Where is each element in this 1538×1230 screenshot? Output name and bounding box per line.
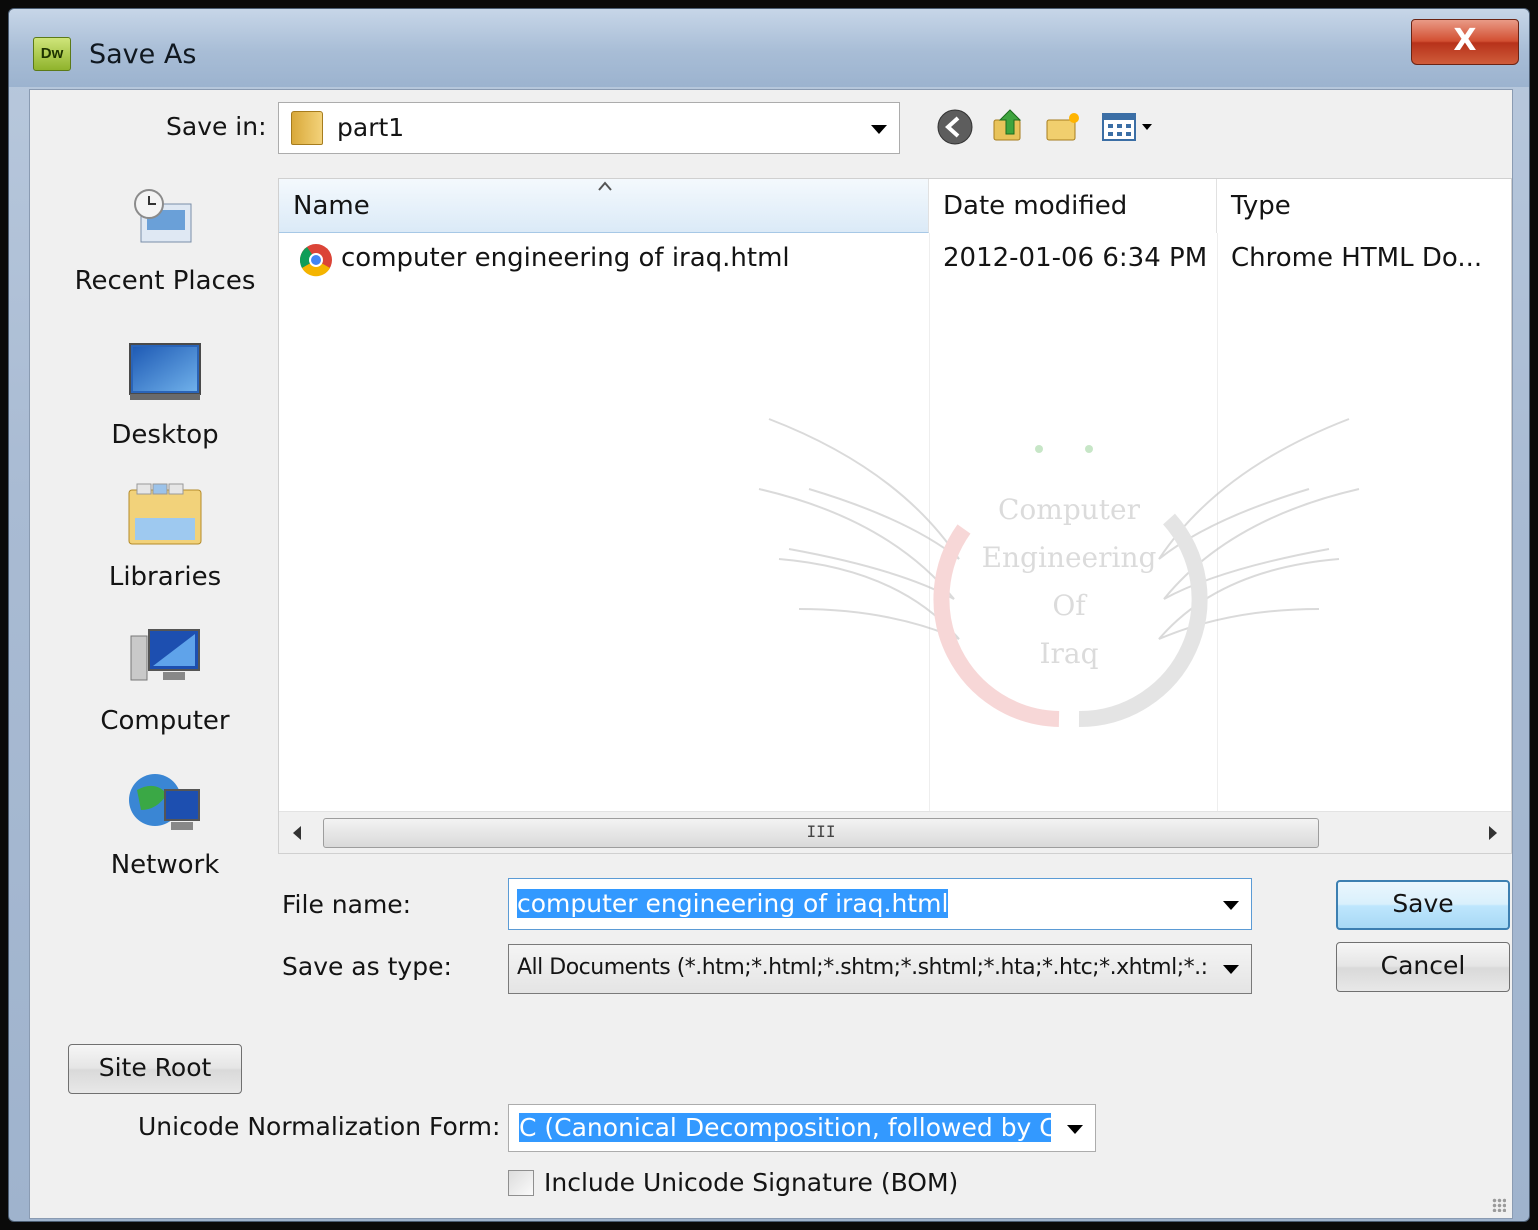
- up-folder-icon[interactable]: [990, 106, 1028, 144]
- background-watermark-logo: Computer Engineering Of Iraq: [758, 418, 1360, 728]
- save-in-value: part1: [337, 113, 405, 142]
- file-name-value: computer engineering of iraq.html: [517, 889, 949, 918]
- place-label: Computer: [100, 706, 230, 736]
- unicode-normalization-value: C (Canonical Decomposition, followed by …: [519, 1113, 1051, 1142]
- folder-icon: [291, 111, 323, 145]
- place-label: Recent Places: [74, 266, 256, 296]
- column-header-name[interactable]: Name: [279, 179, 929, 233]
- place-label: Libraries: [108, 562, 222, 592]
- network-icon: [129, 774, 200, 830]
- site-root-button-label: Site Root: [98, 1053, 212, 1082]
- watermark-line: Computer: [998, 493, 1141, 526]
- file-type-cell: Chrome HTML Do...: [1231, 243, 1483, 273]
- places-bar: Recent Places Desktop Libraries Computer…: [60, 180, 270, 920]
- file-list-view[interactable]: Name Date modified Type Computer Enginee…: [278, 178, 1512, 854]
- dialog-body: Save in: part1 Recent Places Desktop Lib…: [29, 89, 1513, 1219]
- place-network[interactable]: Network: [60, 770, 270, 880]
- file-name-label: File name:: [282, 890, 412, 919]
- save-in-label: Save in:: [166, 112, 267, 141]
- view-menu-icon[interactable]: [1100, 108, 1164, 146]
- cancel-button[interactable]: Cancel: [1336, 942, 1510, 992]
- chevron-down-icon: [1223, 965, 1239, 974]
- place-libraries[interactable]: Libraries: [60, 482, 270, 592]
- column-header-date[interactable]: Date modified: [929, 179, 1217, 233]
- column-label: Type: [1231, 191, 1291, 221]
- recent-places-icon: [134, 189, 192, 243]
- save-button-label: Save: [1392, 889, 1454, 918]
- bom-checkbox-label[interactable]: Include Unicode Signature (BOM): [544, 1168, 958, 1197]
- place-recent-places[interactable]: Recent Places: [60, 186, 270, 296]
- cancel-button-label: Cancel: [1380, 951, 1466, 980]
- save-as-type-dropdown[interactable]: All Documents (*.htm;*.html;*.shtm;*.sht…: [508, 944, 1252, 994]
- sort-ascending-icon: [598, 181, 612, 191]
- save-as-type-label: Save as type:: [282, 952, 452, 981]
- place-label: Network: [110, 850, 220, 880]
- chrome-icon: [299, 244, 332, 277]
- unicode-normalization-label: Unicode Normalization Form:: [138, 1112, 501, 1141]
- save-button[interactable]: Save: [1336, 880, 1510, 930]
- watermark-line: Engineering: [982, 541, 1157, 574]
- file-name-cell: computer engineering of iraq.html: [341, 243, 790, 273]
- window-title: Save As: [89, 39, 197, 70]
- site-root-button[interactable]: Site Root: [68, 1044, 242, 1094]
- libraries-icon: [128, 483, 202, 545]
- close-icon: X: [1453, 23, 1477, 58]
- watermark-line: Iraq: [1039, 637, 1098, 670]
- file-name-field[interactable]: computer engineering of iraq.html: [508, 878, 1252, 930]
- column-header-type[interactable]: Type: [1217, 179, 1511, 233]
- chevron-down-icon: [1067, 1125, 1083, 1134]
- resize-grip-icon[interactable]: [1492, 1198, 1506, 1212]
- back-arrow-icon[interactable]: [936, 108, 974, 146]
- column-label: Date modified: [943, 191, 1128, 221]
- save-as-dialog: Dw Save As X Save in: part1 Recent Place…: [8, 8, 1530, 1222]
- desktop-icon: [129, 343, 201, 400]
- place-label: Desktop: [111, 420, 219, 450]
- horizontal-scrollbar[interactable]: III: [279, 811, 1511, 853]
- save-in-dropdown[interactable]: part1: [278, 102, 900, 154]
- watermark-line: Of: [1052, 589, 1088, 622]
- chevron-down-icon[interactable]: [1223, 901, 1239, 910]
- scrollbar-thumb[interactable]: III: [323, 818, 1319, 848]
- bom-checkbox[interactable]: [508, 1170, 534, 1196]
- chevron-down-icon: [871, 125, 887, 134]
- place-desktop[interactable]: Desktop: [60, 340, 270, 450]
- place-computer[interactable]: Computer: [60, 626, 270, 736]
- file-date-cell: 2012-01-06 6:34 PM: [943, 243, 1208, 273]
- scroll-right-arrow-icon[interactable]: [1489, 826, 1497, 840]
- save-as-type-value: All Documents (*.htm;*.html;*.shtm;*.sht…: [517, 955, 1207, 980]
- computer-icon: [130, 629, 200, 681]
- column-label: Name: [293, 191, 370, 221]
- new-folder-icon[interactable]: [1044, 108, 1082, 146]
- title-bar[interactable]: Dw Save As X: [9, 9, 1529, 87]
- unicode-normalization-dropdown[interactable]: C (Canonical Decomposition, followed by …: [508, 1104, 1096, 1152]
- dreamweaver-app-icon: Dw: [33, 37, 71, 71]
- close-button[interactable]: X: [1411, 19, 1519, 65]
- scroll-left-arrow-icon[interactable]: [293, 826, 301, 840]
